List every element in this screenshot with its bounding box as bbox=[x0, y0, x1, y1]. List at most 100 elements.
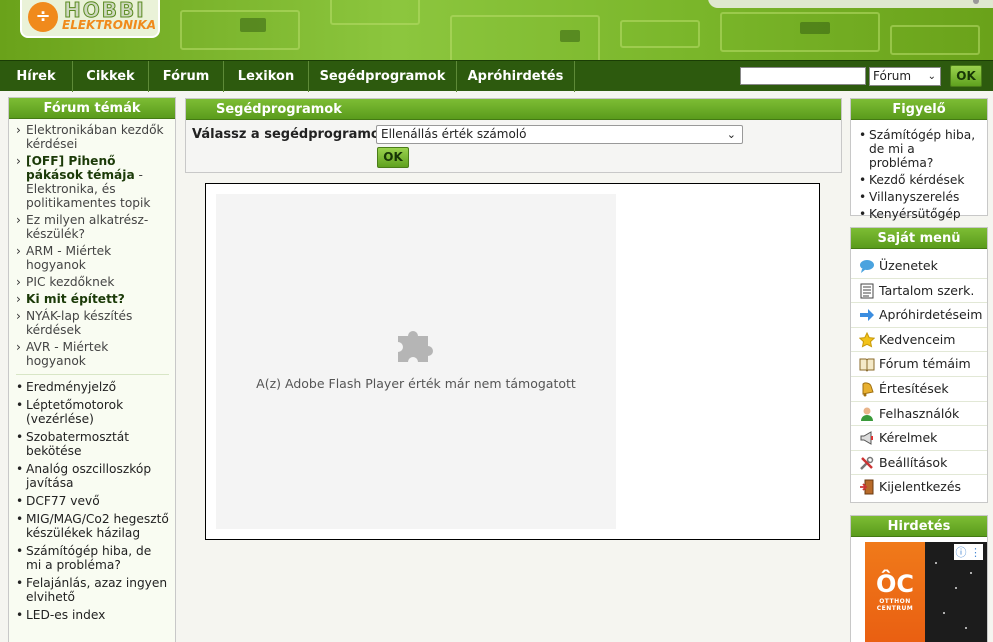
menu-item-label: Felhasználók bbox=[879, 405, 960, 421]
forum-topic-link[interactable]: ARM - Miértek hogyanok bbox=[16, 244, 169, 272]
menu-item-label: Beállítások bbox=[879, 454, 948, 470]
watch-item[interactable]: Számítógép hiba, de mi a probléma? bbox=[859, 128, 981, 170]
nav-item-aprohirdetes[interactable]: Apróhirdetés bbox=[457, 61, 575, 92]
tools-icon bbox=[860, 456, 874, 470]
search-ok-button[interactable]: OK bbox=[950, 65, 982, 87]
menu-item-label: Tartalom szerk. bbox=[879, 282, 975, 298]
recent-topic-link[interactable]: MIG/MAG/Co2 hegesztő készülékek házilag bbox=[16, 512, 169, 540]
star-dot bbox=[935, 562, 937, 564]
menu-item-logout[interactable]: Kijelentkezés bbox=[851, 475, 987, 500]
star-dot bbox=[965, 627, 967, 629]
menu-item-my-ads[interactable]: Apróhirdetéseim bbox=[851, 303, 987, 328]
menu-item-label: Kérelmek bbox=[879, 430, 938, 446]
flash-placeholder[interactable]: A(z) Adobe Flash Player érték már nem tá… bbox=[216, 194, 616, 529]
recent-topic-link[interactable]: Számítógép hiba, de mi a probléma? bbox=[16, 544, 169, 572]
menu-item-my-forum-topics[interactable]: Fórum témáim bbox=[851, 352, 987, 377]
forum-topics-title: Fórum témák bbox=[9, 98, 175, 119]
watch-panel: Figyelő Számítógép hiba, de mi a problém… bbox=[850, 98, 988, 221]
nav-item-forum[interactable]: Fórum bbox=[149, 61, 224, 92]
watch-item[interactable]: Kezdő kérdések bbox=[859, 173, 981, 187]
recent-topic-link[interactable]: Szobatermosztát bekötése bbox=[16, 430, 169, 458]
menu-item-users[interactable]: Felhasználók bbox=[851, 402, 987, 427]
nav-item-lexikon[interactable]: Lexikon bbox=[224, 61, 309, 92]
menu-item-notifications[interactable]: Értesítések bbox=[851, 377, 987, 402]
menu-item-label: Kijelentkezés bbox=[879, 479, 962, 495]
nav-item-cikkek[interactable]: Cikkek bbox=[73, 61, 149, 92]
circuit-chip bbox=[240, 18, 266, 32]
recent-topic-link[interactable]: Léptetőmotorok (vezérlése) bbox=[16, 398, 169, 426]
menu-item-content-edit[interactable]: Tartalom szerk. bbox=[851, 279, 987, 304]
menu-item-label: Kedvenceim bbox=[879, 331, 956, 347]
tools-panel: Segédprogramok Válassz a segédprogramot … bbox=[185, 98, 842, 173]
own-menu-title: Saját menü bbox=[851, 228, 987, 249]
ad-brand-logo: ÔC OTTHON CENTRUM bbox=[875, 570, 914, 612]
chevron-down-icon: ⌄ bbox=[927, 71, 936, 82]
dot-icon bbox=[973, 0, 979, 4]
recent-topic-link[interactable]: Analóg oszcilloszkóp javítása bbox=[16, 462, 169, 490]
flash-unsupported-message: A(z) Adobe Flash Player érték már nem tá… bbox=[256, 376, 576, 391]
watch-title: Figyelő bbox=[851, 99, 987, 120]
forum-topics-panel: Fórum témák Elektronikában kezdők kérdés… bbox=[8, 97, 176, 642]
tool-select-value: Ellenállás érték számoló bbox=[381, 127, 527, 141]
speech-bubble-icon bbox=[860, 260, 874, 273]
recent-topic-link[interactable]: LED-es index bbox=[16, 608, 169, 622]
circuit-chip bbox=[800, 22, 830, 34]
star-dot bbox=[955, 587, 957, 589]
circuit-trace bbox=[330, 0, 420, 25]
forum-topic-link[interactable]: Ki mit épített? bbox=[16, 292, 169, 306]
star-icon bbox=[859, 331, 875, 348]
tool-ok-button[interactable]: OK bbox=[377, 147, 409, 168]
exit-door-icon bbox=[860, 479, 874, 495]
menu-item-label: Értesítések bbox=[879, 380, 949, 396]
ad-title: Hirdetés bbox=[851, 516, 987, 537]
ad-panel: Hirdetés ÔC OTTHON CENTRUM ⓘ ⋮ bbox=[850, 515, 988, 642]
top-utility-bar bbox=[708, 0, 993, 8]
site-header: ÷ HOBBI ELEKTRONIKA bbox=[0, 0, 993, 60]
nav-item-segedprogramok[interactable]: Segédprogramok bbox=[309, 61, 457, 92]
recent-topic-link[interactable]: Eredményjelző bbox=[16, 380, 169, 394]
menu-item-label: Üzenetek bbox=[879, 258, 938, 273]
logo-mark: ÷ bbox=[28, 2, 58, 32]
forum-topic-link[interactable]: AVR - Miértek hogyanok bbox=[16, 340, 169, 368]
search-input[interactable] bbox=[740, 67, 866, 85]
main-nav: Hírek Cikkek Fórum Lexikon Segédprogramo… bbox=[0, 60, 993, 92]
menu-item-messages[interactable]: Üzenetek bbox=[851, 254, 987, 279]
menu-item-requests[interactable]: Kérelmek bbox=[851, 426, 987, 451]
menu-item-favorites[interactable]: Kedvenceim bbox=[851, 328, 987, 353]
megaphone-icon bbox=[860, 431, 873, 446]
circuit-trace bbox=[890, 25, 980, 55]
site-logo[interactable]: ÷ HOBBI ELEKTRONIKA bbox=[20, 0, 160, 38]
forum-topic-link[interactable]: [OFF] Pihenő pákások témája - Elektronik… bbox=[16, 154, 169, 210]
ad-banner[interactable]: ÔC OTTHON CENTRUM ⓘ ⋮ bbox=[865, 542, 987, 642]
document-icon bbox=[860, 283, 874, 299]
forum-topic-link[interactable]: PIC kezdőknek bbox=[16, 275, 169, 289]
menu-item-label: Fórum témáim bbox=[879, 356, 971, 372]
menu-item-label: Apróhirdetéseim bbox=[879, 307, 983, 323]
star-dot bbox=[970, 572, 972, 574]
own-menu-panel: Saját menü Üzenetek Tartalom szerk. Apró… bbox=[850, 227, 988, 503]
chevron-down-icon: ⌄ bbox=[726, 128, 736, 141]
circuit-trace bbox=[620, 20, 700, 48]
recent-topic-link[interactable]: DCF77 vevő bbox=[16, 494, 169, 508]
search-scope-select[interactable]: Fórum ⌄ bbox=[869, 67, 941, 86]
forum-topic-link[interactable]: Ez milyen alkatrész-készülék? bbox=[16, 213, 169, 241]
nav-item-hirek[interactable]: Hírek bbox=[0, 61, 73, 92]
user-icon bbox=[861, 407, 873, 421]
ad-info-icon[interactable]: ⓘ ⋮ bbox=[953, 544, 983, 560]
divider bbox=[16, 374, 169, 375]
circuit-chip bbox=[560, 30, 580, 42]
tool-select-label: Válassz a segédprogramot bbox=[192, 127, 387, 142]
puzzle-piece-icon bbox=[398, 331, 433, 362]
watch-item[interactable]: Villanyszerelés bbox=[859, 190, 981, 204]
forum-topic-link[interactable]: Elektronikában kezdők kérdései bbox=[16, 123, 169, 151]
tool-select[interactable]: Ellenállás érték számoló ⌄ bbox=[376, 125, 743, 144]
star-dot bbox=[943, 612, 945, 614]
book-icon bbox=[859, 358, 875, 373]
forum-topic-link[interactable]: NYÁK-lap készítés kérdések bbox=[16, 309, 169, 337]
recent-topic-link[interactable]: Felajánlás, azaz ingyen elvihető bbox=[16, 576, 169, 604]
watch-item[interactable]: Kenyérsütőgép bbox=[859, 207, 981, 221]
search-scope-value: Fórum bbox=[873, 69, 912, 83]
tools-title: Segédprogramok bbox=[186, 99, 841, 120]
arrow-right-icon bbox=[860, 309, 874, 322]
menu-item-settings[interactable]: Beállítások bbox=[851, 451, 987, 476]
